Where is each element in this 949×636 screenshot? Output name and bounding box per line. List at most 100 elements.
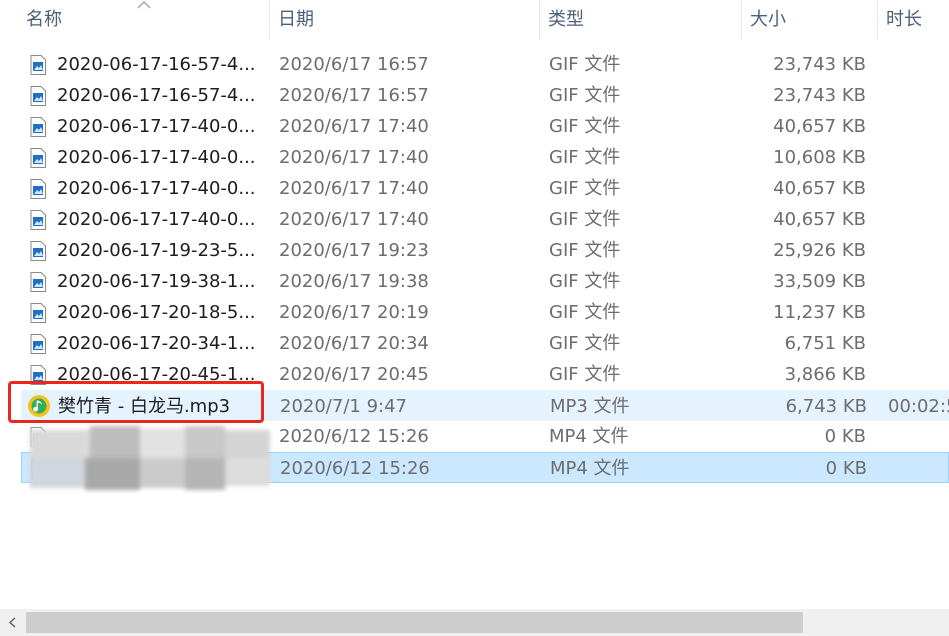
file-size: 25,926 KB — [773, 240, 866, 261]
gif-file-icon — [30, 55, 46, 75]
gif-file-icon — [30, 117, 46, 137]
file-size: 40,657 KB — [773, 116, 866, 137]
file-date: 2020/6/17 20:34 — [279, 333, 429, 354]
gif-file-icon — [30, 303, 46, 323]
file-row[interactable]: 2020-06-17-20-45-1... 2020/6/17 20:45 GI… — [21, 359, 949, 390]
file-size: 40,657 KB — [773, 178, 866, 199]
file-row[interactable]: 2020-06-17-19-38-1... 2020/6/17 19:38 GI… — [21, 266, 949, 297]
file-type: GIF 文件 — [549, 364, 621, 385]
gif-file-icon — [30, 86, 46, 106]
file-row[interactable]: 2020-06-17-17-40-0... 2020/6/17 17:40 GI… — [21, 173, 949, 204]
file-type: MP3 文件 — [550, 396, 630, 417]
file-length — [887, 266, 949, 297]
scroll-left-icon[interactable] — [0, 609, 26, 636]
qq-music-file-icon — [28, 395, 50, 417]
file-length — [887, 111, 949, 142]
file-size: 10,608 KB — [773, 147, 866, 168]
file-type: GIF 文件 — [549, 302, 621, 323]
column-header-date[interactable]: 日期 — [270, 0, 539, 40]
file-size: 6,743 KB — [785, 396, 867, 417]
file-name — [57, 421, 257, 452]
column-header-type[interactable]: 类型 — [540, 0, 741, 40]
file-name: 樊竹青 - 白龙马.mp3 — [58, 396, 231, 417]
file-length — [887, 49, 949, 80]
file-date: 2020/6/17 16:57 — [279, 54, 429, 75]
file-type: GIF 文件 — [549, 85, 621, 106]
file-name: 2020-06-17-19-23-5... — [57, 240, 256, 261]
gif-file-icon — [30, 334, 46, 354]
file-date: 2020/6/17 19:38 — [279, 271, 429, 292]
file-row[interactable]: 2020-06-17-19-23-5... 2020/6/17 19:23 GI… — [21, 235, 949, 266]
horizontal-scrollbar[interactable] — [0, 609, 949, 636]
file-size: 3,866 KB — [784, 364, 866, 385]
file-row[interactable]: 2020-06-17-16-57-4... 2020/6/17 16:57 GI… — [21, 49, 949, 80]
file-length — [888, 453, 949, 484]
file-type: GIF 文件 — [549, 178, 621, 199]
file-row[interactable]: 2020-06-17-17-40-0... 2020/6/17 17:40 GI… — [21, 111, 949, 142]
file-size: 6,751 KB — [784, 333, 866, 354]
file-length — [887, 235, 949, 266]
file-date: 2020/6/17 20:45 — [279, 364, 429, 385]
file-length — [887, 142, 949, 173]
mp4-file-icon — [30, 427, 46, 447]
file-name: 2020-06-17-20-18-5... — [57, 302, 256, 323]
gif-file-icon — [30, 210, 46, 230]
file-type: GIF 文件 — [549, 240, 621, 261]
file-type: GIF 文件 — [549, 116, 621, 137]
column-header-name[interactable]: 名称 — [18, 0, 269, 40]
file-row-selected[interactable]: 2020/6/12 15:26 MP4 文件 0 KB — [21, 452, 949, 483]
file-length — [887, 80, 949, 111]
file-row[interactable]: 2020/6/12 15:26 MP4 文件 0 KB — [21, 421, 949, 452]
gif-file-icon — [30, 179, 46, 199]
file-date: 2020/6/12 15:26 — [280, 458, 430, 479]
file-type: GIF 文件 — [549, 209, 621, 230]
file-name: 2020-06-17-17-40-0... — [57, 209, 256, 230]
column-header-length[interactable]: 时长 — [878, 0, 949, 40]
column-header-bar: 名称 日期 类型 大小 时长 — [0, 0, 949, 40]
file-name: 2020-06-17-17-40-0... — [57, 116, 256, 137]
file-length — [887, 297, 949, 328]
file-length — [887, 328, 949, 359]
file-row[interactable]: 2020-06-17-17-40-0... 2020/6/17 17:40 GI… — [21, 142, 949, 173]
file-name: 2020-06-17-16-57-4... — [57, 85, 256, 106]
file-size: 33,509 KB — [773, 271, 866, 292]
file-date: 2020/6/17 20:19 — [279, 302, 429, 323]
file-length: 00:02:5 — [888, 396, 949, 417]
file-row[interactable]: 2020-06-17-20-18-5... 2020/6/17 20:19 GI… — [21, 297, 949, 328]
mp4-file-icon — [31, 459, 47, 479]
file-date: 2020/6/17 19:23 — [279, 240, 429, 261]
file-size: 11,237 KB — [773, 302, 866, 323]
file-type: GIF 文件 — [549, 147, 621, 168]
file-size: 23,743 KB — [773, 85, 866, 106]
file-name — [58, 453, 258, 484]
file-date: 2020/6/17 17:40 — [279, 209, 429, 230]
file-date: 2020/6/17 16:57 — [279, 85, 429, 106]
gif-file-icon — [30, 272, 46, 292]
file-date: 2020/6/12 15:26 — [279, 426, 429, 447]
file-type: GIF 文件 — [549, 333, 621, 354]
file-date: 2020/6/17 17:40 — [279, 178, 429, 199]
file-date: 2020/6/17 17:40 — [279, 147, 429, 168]
file-length — [887, 421, 949, 452]
file-size: 0 KB — [825, 458, 867, 479]
column-header-size[interactable]: 大小 — [742, 0, 877, 40]
file-size: 23,743 KB — [773, 54, 866, 75]
file-type: GIF 文件 — [549, 271, 621, 292]
file-size: 0 KB — [824, 426, 866, 447]
file-length — [887, 173, 949, 204]
file-row[interactable]: 2020-06-17-17-40-0... 2020/6/17 17:40 GI… — [21, 204, 949, 235]
scrollbar-thumb[interactable] — [26, 612, 803, 633]
gif-file-icon — [30, 148, 46, 168]
file-explorer-details-view: 名称 日期 类型 大小 时长 2020-06-17-16-57-4... 202… — [0, 0, 949, 636]
file-row[interactable]: 2020-06-17-16-57-4... 2020/6/17 16:57 GI… — [21, 80, 949, 111]
file-name: 2020-06-17-16-57-4... — [57, 54, 256, 75]
file-row[interactable]: 2020-06-17-20-34-1... 2020/6/17 20:34 GI… — [21, 328, 949, 359]
file-date: 2020/7/1 9:47 — [280, 396, 407, 417]
file-name: 2020-06-17-20-34-1... — [57, 333, 256, 354]
file-name: 2020-06-17-17-40-0... — [57, 178, 256, 199]
gif-file-icon — [30, 241, 46, 261]
file-name: 2020-06-17-17-40-0... — [57, 147, 256, 168]
file-row-mp3[interactable]: 樊竹青 - 白龙马.mp3 2020/7/1 9:47 MP3 文件 6,743… — [21, 390, 949, 421]
file-type: MP4 文件 — [549, 426, 629, 447]
file-length — [887, 204, 949, 235]
